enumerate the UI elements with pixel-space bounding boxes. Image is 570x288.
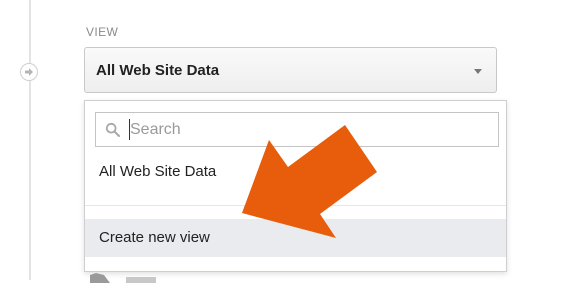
menu-item-create-new-view[interactable]: Create new view [85,219,506,257]
next-row-partial [90,270,160,288]
search-input[interactable] [130,119,490,140]
view-select[interactable]: All Web Site Data [84,47,497,93]
arrow-right-icon [25,68,33,76]
timeline-line [29,0,31,280]
search-icon [105,122,120,137]
step-indicator [20,63,38,81]
divider [85,205,506,206]
chevron-down-icon[interactable] [474,69,482,74]
search-field[interactable] [95,112,499,147]
view-dropdown-menu: All Web Site Data Create new view [84,100,507,272]
menu-item-all-web-site-data[interactable]: All Web Site Data [85,163,506,189]
folder-icon [90,273,156,283]
view-select-value: All Web Site Data [96,62,220,79]
text-cursor [129,119,130,140]
section-label: VIEW [86,25,119,39]
